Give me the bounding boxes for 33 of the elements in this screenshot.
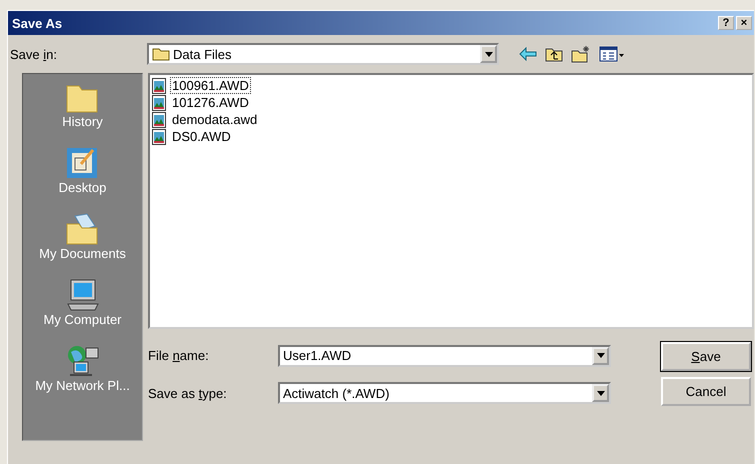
- file-icon: [152, 78, 166, 94]
- new-folder-icon[interactable]: [571, 45, 591, 63]
- file-item[interactable]: 101276.AWD: [170, 94, 251, 111]
- file-item[interactable]: 100961.AWD: [170, 77, 251, 94]
- places-item[interactable]: My Computer: [43, 278, 122, 344]
- save-in-dropdown[interactable]: Data Files: [147, 43, 499, 65]
- file-icon: [152, 112, 166, 128]
- file-name-label: File name:: [148, 348, 210, 364]
- window-title: Save As: [12, 16, 64, 30]
- save-as-type-label: Save as type:: [148, 386, 228, 401]
- documents-folder-icon: [65, 212, 100, 246]
- view-menu-icon[interactable]: [599, 46, 625, 62]
- folder-icon: [152, 47, 170, 61]
- file-icon: [152, 94, 166, 110]
- save-as-type-dropdown[interactable]: Actiwatch (*.AWD): [278, 382, 611, 404]
- computer-icon: [66, 278, 100, 312]
- back-arrow-icon[interactable]: [519, 47, 537, 61]
- cancel-button[interactable]: Cancel: [661, 377, 751, 406]
- places-item[interactable]: My Documents: [39, 212, 126, 278]
- places-item[interactable]: Desktop: [58, 146, 106, 212]
- file-icon: [152, 128, 166, 144]
- save-button[interactable]: Save: [661, 342, 751, 371]
- file-item[interactable]: DS0.AWD: [170, 128, 233, 145]
- places-item[interactable]: History: [62, 80, 103, 146]
- help-button[interactable]: ?: [718, 16, 734, 30]
- close-button[interactable]: ×: [736, 16, 752, 30]
- network-icon: [66, 344, 100, 378]
- up-folder-icon[interactable]: [545, 46, 563, 62]
- places-item[interactable]: My Network Pl...: [35, 344, 130, 410]
- desktop-icon: [65, 146, 100, 180]
- file-name-field[interactable]: User1.AWD: [278, 344, 611, 367]
- save-in-label: Save in:: [10, 46, 58, 62]
- file-item[interactable]: demodata.awd: [170, 111, 260, 128]
